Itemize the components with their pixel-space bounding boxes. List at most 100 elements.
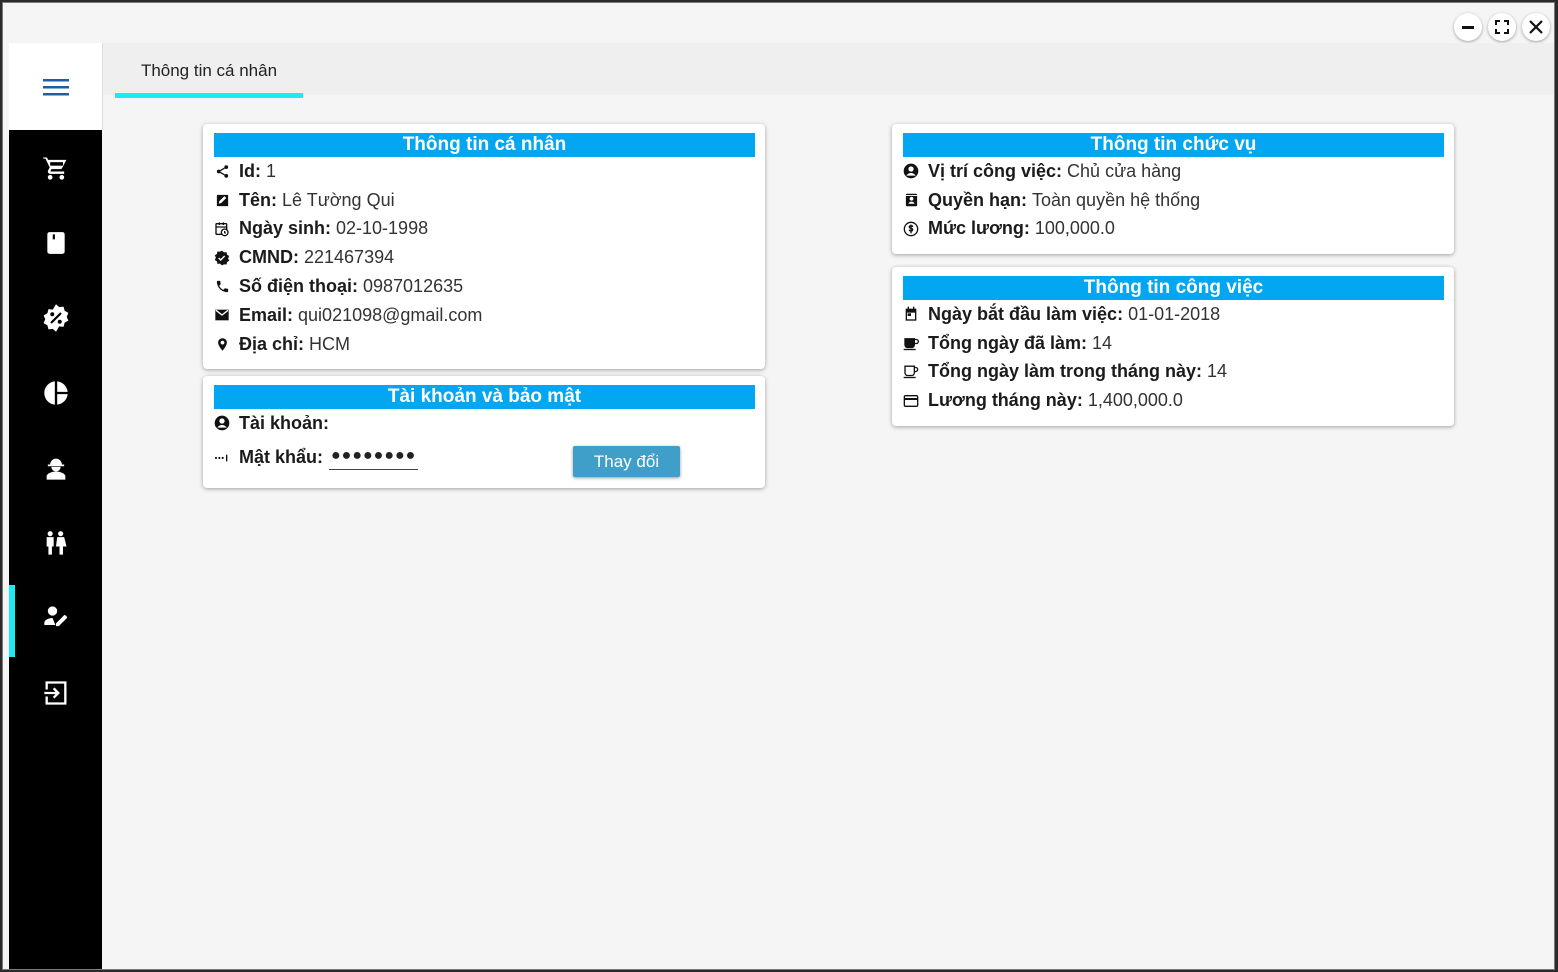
address-label: Địa chỉ: bbox=[239, 333, 305, 354]
month-salary-label: Lương tháng này: bbox=[928, 390, 1083, 411]
account-circle-icon bbox=[214, 415, 230, 431]
edit-icon bbox=[214, 192, 230, 208]
id-row: Id: 1 bbox=[214, 157, 755, 186]
dob-value: 02-10-1998 bbox=[336, 218, 429, 239]
cart-icon bbox=[42, 156, 66, 180]
close-icon bbox=[1529, 20, 1543, 34]
start-date-label: Ngày bắt đầu làm việc: bbox=[928, 303, 1124, 324]
maximize-button[interactable] bbox=[1488, 13, 1516, 41]
phone-label: Số điện thoại: bbox=[239, 276, 358, 297]
card-title: Thông tin cá nhân bbox=[214, 133, 755, 157]
account-circle-icon bbox=[903, 163, 919, 179]
tab-indicator bbox=[115, 93, 303, 98]
sidebar-item-promotions[interactable] bbox=[9, 283, 102, 353]
id-value: 1 bbox=[266, 160, 277, 181]
account-card: Tài khoản và bảo mật Tài khoản: Mật khẩu… bbox=[203, 376, 765, 488]
card-title: Thông tin công việc bbox=[903, 276, 1444, 300]
month-salary-value: 1,400,000.0 bbox=[1087, 390, 1183, 411]
tab-bar: Thông tin cá nhân bbox=[103, 43, 1554, 98]
tab-personal-info[interactable]: Thông tin cá nhân bbox=[115, 43, 303, 99]
salary-label: Mức lương: bbox=[928, 218, 1030, 239]
job-row: Vị trí công việc: Chủ cửa hàng bbox=[903, 157, 1444, 186]
sidebar-item-books[interactable] bbox=[9, 208, 102, 278]
share-icon bbox=[214, 163, 230, 179]
window-controls bbox=[1454, 13, 1550, 41]
app-window: Thông tin cá nhân Thông tin cá nhân Id: … bbox=[2, 2, 1555, 970]
location-icon bbox=[214, 336, 230, 352]
sidebar-item-employees[interactable] bbox=[9, 433, 102, 503]
card-title: Thông tin chức vụ bbox=[903, 133, 1444, 157]
user-edit-icon bbox=[43, 606, 67, 627]
card-title: Tài khoản và bảo mật bbox=[214, 385, 755, 409]
address-row: Địa chỉ: HCM bbox=[214, 330, 755, 359]
phone-value: 0987012635 bbox=[363, 276, 464, 297]
cmnd-label: CMND: bbox=[239, 247, 299, 268]
name-label: Tên: bbox=[239, 189, 277, 210]
close-button[interactable] bbox=[1522, 13, 1550, 41]
month-days-row: Tổng ngày làm trong tháng này: 14 bbox=[903, 358, 1444, 387]
password-label: Mật khẩu: bbox=[239, 447, 324, 468]
badge-icon bbox=[903, 192, 919, 208]
permission-row: Quyền hạn: Toàn quyền hệ thống bbox=[903, 186, 1444, 215]
sidebar bbox=[9, 43, 103, 969]
personal-info-card: Thông tin cá nhân Id: 1 Tên: Lê Tường Qu… bbox=[203, 124, 765, 369]
sidebar-item-profile[interactable] bbox=[9, 583, 102, 657]
work-card: Thông tin công việc Ngày bắt đầu làm việ… bbox=[892, 267, 1454, 426]
verified-icon bbox=[214, 250, 230, 266]
change-password-button[interactable]: Thay đổi bbox=[573, 446, 680, 477]
cmnd-value: 221467394 bbox=[304, 247, 395, 268]
money-icon bbox=[903, 221, 919, 237]
id-label: Id: bbox=[239, 160, 261, 181]
salary-value: 100,000.0 bbox=[1034, 218, 1115, 239]
minimize-button[interactable] bbox=[1454, 13, 1482, 41]
name-value: Lê Tường Qui bbox=[282, 189, 395, 210]
sidebar-item-statistics[interactable] bbox=[9, 358, 102, 428]
calendar-icon bbox=[903, 306, 919, 322]
customers-icon bbox=[46, 531, 66, 555]
pie-chart-icon bbox=[43, 381, 68, 405]
credit-card-icon bbox=[903, 393, 919, 409]
email-value: qui021098@gmail.com bbox=[298, 304, 483, 325]
salary-row: Mức lương: 100,000.0 bbox=[903, 215, 1444, 244]
minimize-icon bbox=[1462, 26, 1474, 29]
position-card: Thông tin chức vụ Vị trí công việc: Chủ … bbox=[892, 124, 1454, 254]
phone-icon bbox=[214, 279, 230, 295]
dob-row: Ngày sinh: 02-10-1998 bbox=[214, 215, 755, 244]
month-salary-row: Lương tháng này: 1,400,000.0 bbox=[903, 386, 1444, 415]
menu-toggle[interactable] bbox=[9, 43, 103, 130]
permission-value: Toàn quyền hệ thống bbox=[1032, 189, 1201, 210]
total-days-row: Tổng ngày đã làm: 14 bbox=[903, 329, 1444, 358]
hamburger-icon bbox=[42, 78, 69, 95]
username-label: Tài khoản: bbox=[239, 412, 330, 433]
password-icon bbox=[214, 450, 230, 466]
email-icon bbox=[214, 307, 230, 323]
discount-icon bbox=[43, 304, 68, 332]
email-row: Email: qui021098@gmail.com bbox=[214, 301, 755, 330]
username-row: Tài khoản: bbox=[214, 409, 755, 438]
start-date-row: Ngày bắt đầu làm việc: 01-01-2018 bbox=[903, 300, 1444, 329]
permission-label: Quyền hạn: bbox=[928, 189, 1028, 210]
book-icon bbox=[46, 232, 65, 254]
sidebar-item-customers[interactable] bbox=[9, 508, 102, 578]
sidebar-item-sales[interactable] bbox=[9, 133, 102, 203]
job-label: Vị trí công việc: bbox=[928, 160, 1063, 181]
password-field[interactable]: ●●●●●●●● bbox=[329, 445, 419, 471]
cmnd-row: CMND: 221467394 bbox=[214, 243, 755, 272]
start-date-value: 01-01-2018 bbox=[1128, 303, 1221, 324]
coffee-outline-icon bbox=[903, 364, 919, 380]
sidebar-item-logout[interactable] bbox=[9, 658, 102, 728]
address-value: HCM bbox=[309, 333, 351, 354]
dob-label: Ngày sinh: bbox=[239, 218, 332, 239]
calendar-clock-icon bbox=[214, 221, 230, 237]
total-days-label: Tổng ngày đã làm: bbox=[928, 332, 1088, 353]
coffee-filled-icon bbox=[903, 335, 919, 351]
job-value: Chủ cửa hàng bbox=[1067, 160, 1182, 181]
worker-icon bbox=[46, 458, 65, 480]
name-row: Tên: Lê Tường Qui bbox=[214, 186, 755, 215]
logout-icon bbox=[43, 681, 66, 705]
month-days-label: Tổng ngày làm trong tháng này: bbox=[928, 361, 1202, 382]
maximize-icon bbox=[1495, 20, 1509, 34]
email-label: Email: bbox=[239, 304, 294, 325]
phone-row: Số điện thoại: 0987012635 bbox=[214, 272, 755, 301]
total-days-value: 14 bbox=[1092, 332, 1113, 353]
